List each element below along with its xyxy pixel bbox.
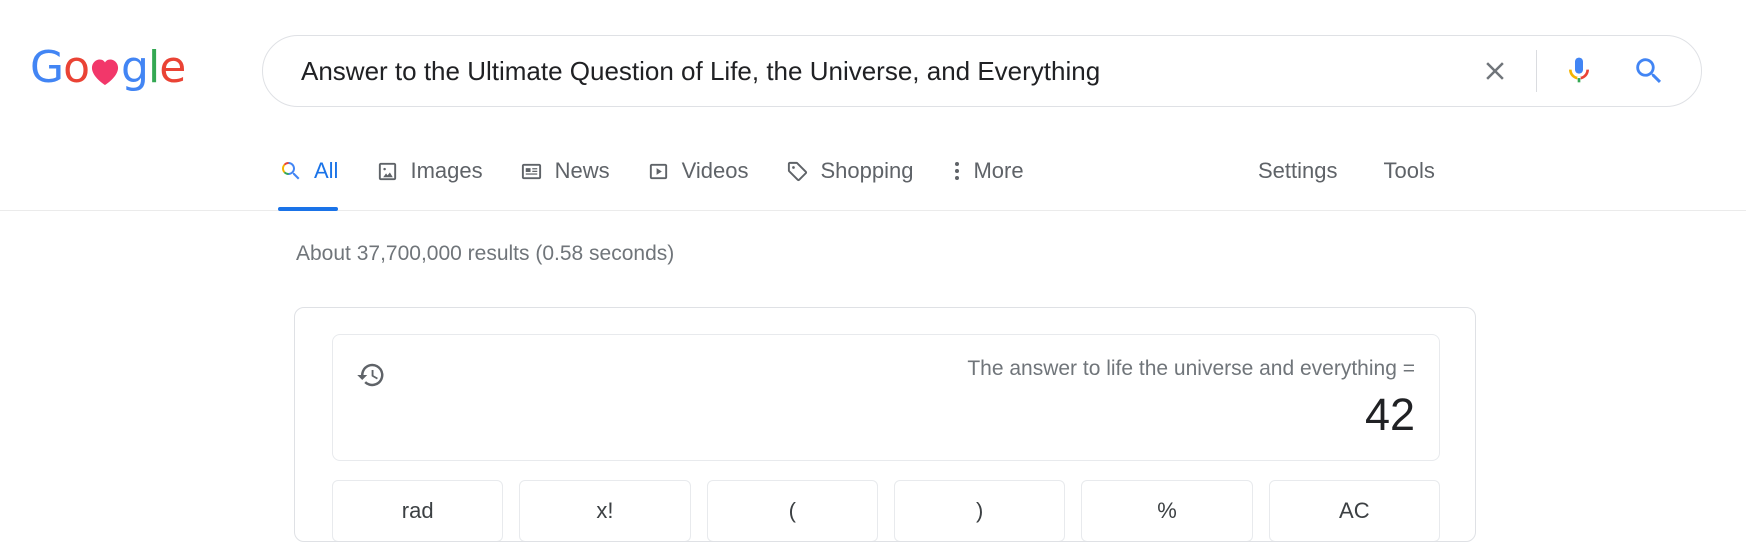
tab-images[interactable]: Images [374, 140, 483, 208]
price-tag-icon [785, 158, 811, 184]
tab-label: Videos [681, 158, 749, 183]
tab-news[interactable]: News [519, 140, 610, 208]
tab-more[interactable]: More [949, 140, 1024, 208]
microphone-icon [1569, 57, 1589, 83]
tab-label: Images [410, 158, 483, 183]
calculator-key[interactable]: AC [1268, 480, 1440, 541]
calculator-widget: The answer to life the universe and ever… [294, 307, 1476, 542]
more-vertical-icon [949, 158, 965, 184]
calculator-display: The answer to life the universe and ever… [332, 334, 1440, 461]
search-nav-tabs: All Images News Videos Shopping More [278, 140, 1060, 211]
search-nav-right: Settings Tools [1258, 158, 1435, 184]
clear-search-button[interactable] [1472, 48, 1518, 94]
history-clock-icon[interactable] [356, 360, 386, 390]
settings-link[interactable]: Settings [1258, 158, 1338, 184]
tab-label: All [314, 158, 339, 183]
newspaper-icon [519, 158, 545, 184]
search-box[interactable] [262, 35, 1702, 107]
results-count: About 37,700,000 results (0.58 seconds) [296, 242, 675, 265]
tab-label: Shopping [820, 158, 914, 183]
voice-search-button[interactable] [1555, 47, 1603, 95]
calculator-key[interactable]: ( [706, 480, 878, 541]
play-box-icon [646, 158, 672, 184]
logo-letter-l: l [147, 42, 160, 93]
calculator-keypad: rad x! ( ) % AC [332, 480, 1440, 541]
page-header: Go gle [0, 0, 1746, 140]
search-icon [278, 158, 304, 184]
search-divider [1536, 50, 1537, 92]
logo-letter-g1: G [30, 42, 64, 93]
close-icon [1486, 62, 1504, 80]
logo-letter-o1: o [63, 42, 90, 93]
calculator-key[interactable]: ) [893, 480, 1066, 541]
logo-letter-g2: g [121, 42, 149, 93]
tab-label: News [554, 158, 610, 183]
heart-icon [90, 54, 120, 86]
google-logo[interactable]: Go gle [30, 42, 186, 93]
calculator-answer: 42 [1364, 389, 1415, 440]
search-submit-button[interactable] [1625, 47, 1673, 95]
calculator-key[interactable]: % [1081, 480, 1253, 541]
tab-shopping[interactable]: Shopping [785, 140, 914, 208]
logo-letter-e: e [159, 42, 186, 93]
calculator-key[interactable]: x! [519, 480, 691, 541]
calculator-expression: The answer to life the universe and ever… [967, 357, 1415, 380]
tab-all[interactable]: All [278, 140, 339, 211]
search-input[interactable] [263, 55, 1472, 87]
search-icon [1636, 58, 1662, 84]
image-icon [374, 158, 400, 184]
tools-link[interactable]: Tools [1384, 158, 1435, 184]
tab-label: More [973, 158, 1024, 183]
tab-videos[interactable]: Videos [646, 140, 749, 208]
search-nav-bar: All Images News Videos Shopping More Set… [0, 140, 1746, 211]
calculator-key[interactable]: rad [332, 480, 504, 541]
google-search-results-page: Go gle Answer to the Ultimate Question o… [0, 0, 1746, 542]
